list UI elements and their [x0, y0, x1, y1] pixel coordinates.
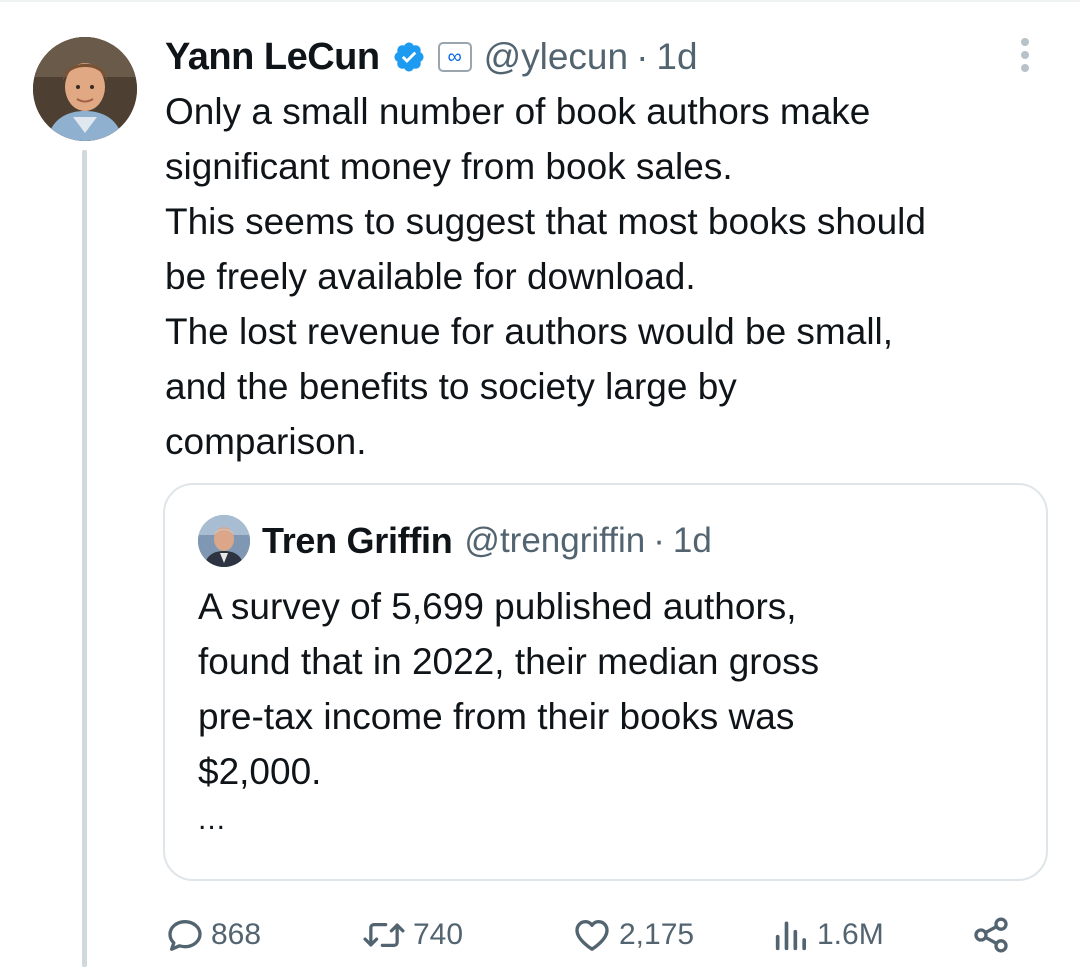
quoted-text-line: A survey of 5,699 published authors, — [198, 586, 797, 627]
quoted-tweet-text: A survey of 5,699 published authors, fou… — [198, 579, 819, 799]
like-button[interactable]: 2,175 — [571, 910, 694, 960]
tweet-text-line: significant money from book sales. — [165, 146, 733, 187]
more-options-icon[interactable] — [1018, 38, 1032, 74]
views-button[interactable]: 1.6M — [771, 910, 884, 960]
reply-count: 868 — [211, 918, 262, 951]
quoted-tweet-card[interactable]: Tren Griffin @trengriffin · 1d A survey … — [163, 483, 1048, 881]
tweet-text-line: and the benefits to society large by — [165, 366, 737, 407]
quoted-tweet-timestamp[interactable]: 1d — [673, 521, 712, 561]
tweet-text-line: This seems to suggest that most books sh… — [165, 201, 926, 242]
quoted-text-line: $2,000. — [198, 751, 322, 792]
quoted-author-handle[interactable]: @trengriffin — [464, 521, 645, 561]
repost-count: 740 — [413, 918, 464, 951]
author-name[interactable]: Yann LeCun — [165, 36, 380, 79]
tweet-text-line: The lost revenue for authors would be sm… — [165, 311, 894, 352]
reply-button[interactable]: 868 — [165, 910, 261, 960]
reply-icon — [165, 915, 205, 955]
share-icon — [971, 915, 1011, 955]
tweet-timestamp[interactable]: 1d — [656, 36, 697, 78]
tweet-text-line: Only a small number of book authors make — [165, 91, 871, 132]
verified-badge-icon — [392, 40, 426, 74]
thread-connector-line — [82, 150, 87, 967]
like-icon — [571, 915, 613, 955]
quoted-author-avatar — [198, 515, 250, 567]
top-divider — [0, 0, 1080, 2]
share-button[interactable] — [971, 910, 1011, 960]
tweet-action-bar: 868 740 2,175 1.6M — [165, 910, 1025, 960]
views-count: 1.6M — [817, 918, 884, 951]
quoted-header-separator: · — [653, 521, 665, 560]
meta-affiliation-icon[interactable]: ∞ — [437, 42, 472, 72]
quoted-tweet-truncation: ... — [198, 803, 227, 836]
author-handle[interactable]: @ylecun — [484, 36, 629, 78]
tweet-text-line: comparison. — [165, 421, 367, 462]
quoted-author-name[interactable]: Tren Griffin — [262, 520, 453, 562]
header-separator: · — [636, 36, 649, 77]
tweet-text: Only a small number of book authors make… — [165, 84, 1065, 469]
views-icon — [771, 915, 811, 955]
like-count: 2,175 — [619, 918, 695, 951]
quoted-text-line: pre-tax income from their books was — [198, 696, 795, 737]
quoted-text-line: found that in 2022, their median gross — [198, 641, 820, 682]
tweet-text-line: be freely available for download. — [165, 256, 696, 297]
tweet-header: Yann LeCun ∞ @ylecun · 1d — [165, 34, 698, 80]
repost-button[interactable]: 740 — [361, 910, 463, 960]
author-avatar[interactable] — [33, 37, 137, 141]
repost-icon — [361, 915, 407, 955]
quoted-tweet-header: Tren Griffin @trengriffin · 1d — [262, 519, 712, 563]
